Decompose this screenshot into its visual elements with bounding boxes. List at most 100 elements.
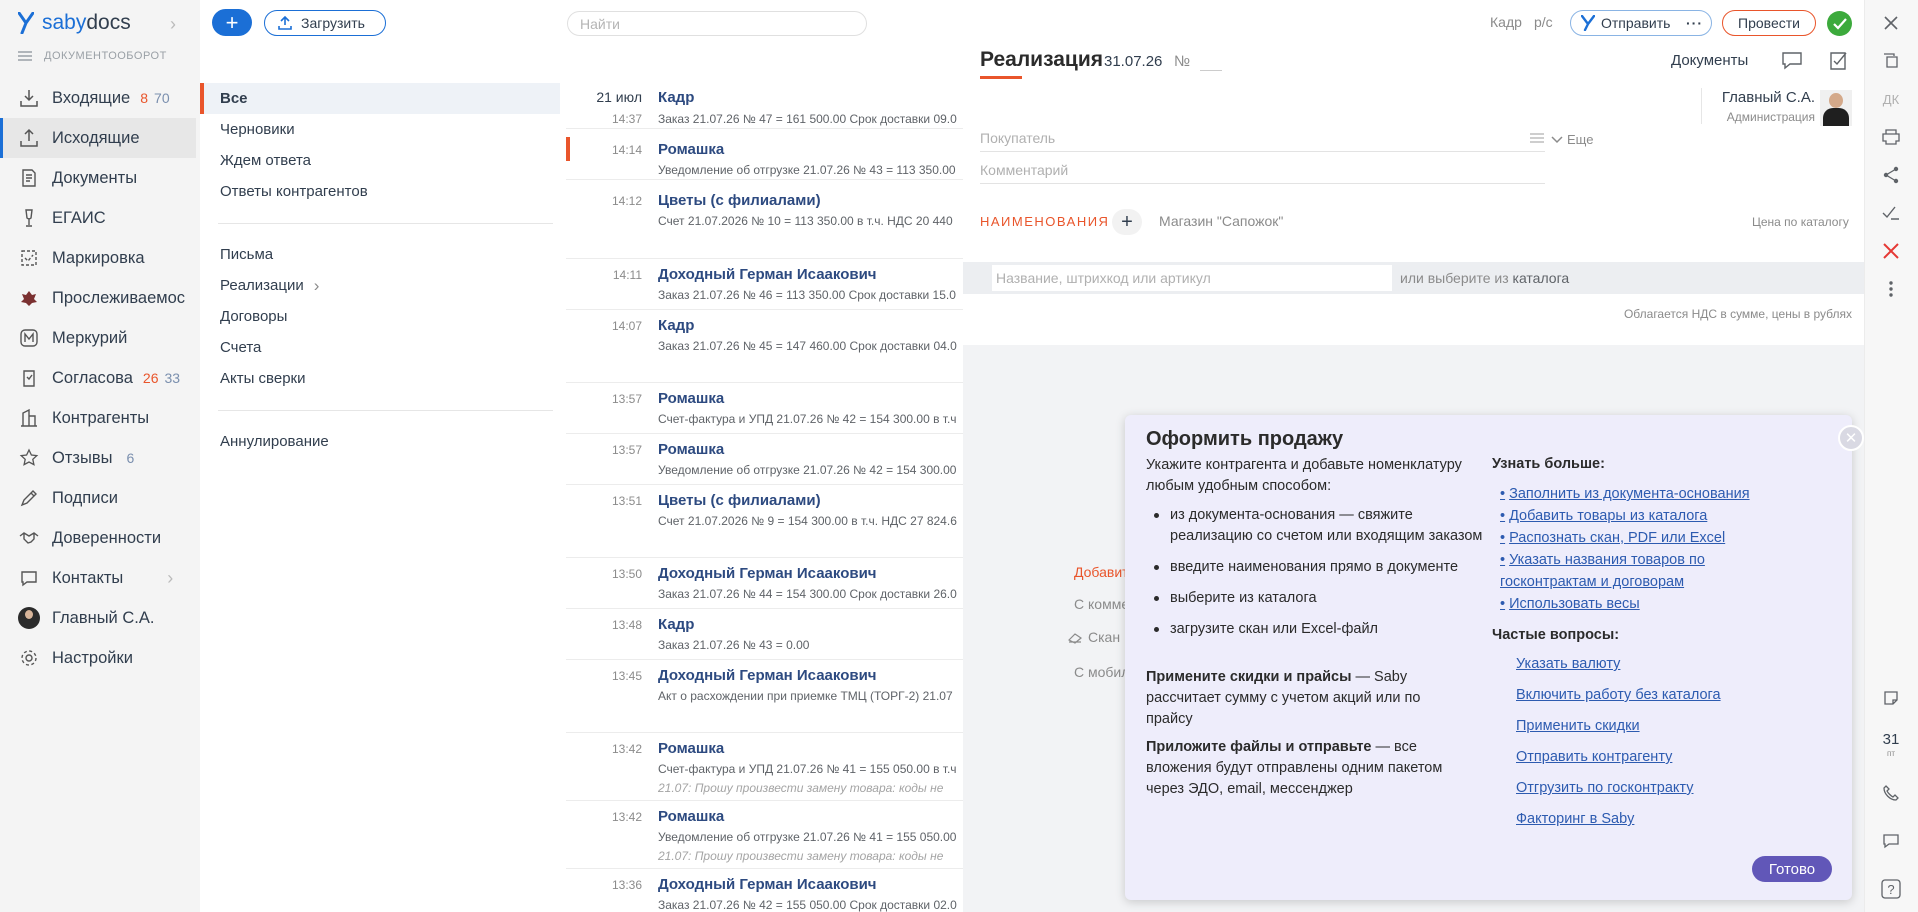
folder-drafts[interactable]: Черновики <box>200 114 560 145</box>
search-input[interactable]: Найти <box>567 11 867 36</box>
folder-awaiting-reply[interactable]: Ждем ответа <box>200 145 560 176</box>
organization-link[interactable]: Кадр <box>1490 14 1522 30</box>
document-number-field[interactable] <box>1200 70 1222 71</box>
table-row[interactable]: 13:57 Ромашка Уведомление об отгрузке 21… <box>566 434 966 485</box>
phone-icon[interactable] <box>1878 780 1904 806</box>
delete-icon[interactable] <box>1878 238 1904 264</box>
table-row[interactable]: 21 июл 14:37 Кадр Заказ 21.07.26 № 47 = … <box>566 79 966 129</box>
list-icon[interactable] <box>1530 132 1544 144</box>
faq-link[interactable]: Отгрузить по госконтракту <box>1516 777 1693 799</box>
warehouse-selector[interactable]: Магазин "Сапожок" <box>1159 213 1283 229</box>
price-type-selector[interactable]: Цена по каталогу <box>1752 215 1849 229</box>
learn-link[interactable]: Использовать весы <box>1509 596 1640 612</box>
table-row[interactable]: 14:14 Ромашка Уведомление об отгрузке 21… <box>566 129 966 180</box>
nav-item-egais[interactable]: ЕГАИС <box>0 198 196 238</box>
unread-count: 26 <box>142 370 159 386</box>
nav-item-user-profile[interactable]: Главный С.А. <box>0 598 196 638</box>
folder-reconciliation-acts[interactable]: Акты сверки <box>200 363 560 394</box>
chevron-right-icon: › <box>167 567 174 588</box>
copy-icon[interactable] <box>1878 48 1904 74</box>
nav-item-signatures[interactable]: Подписи <box>0 478 196 518</box>
table-row[interactable]: 14:12 Цветы (с филиалами) Счет 21.07.202… <box>566 180 966 259</box>
faq-link[interactable]: Указать валюту <box>1516 653 1620 675</box>
nav-item-settings[interactable]: Настройки <box>0 638 196 678</box>
nav-item-marking[interactable]: Маркировка <box>0 238 196 278</box>
table-row[interactable]: 13:42 Ромашка Счет-фактура и УПД 21.07.2… <box>566 733 966 801</box>
nav-item-mercury[interactable]: Меркурий <box>0 318 196 358</box>
conduct-button[interactable]: Провести <box>1722 10 1816 36</box>
tasks-icon[interactable] <box>1828 49 1850 71</box>
table-row[interactable]: 13:48 Кадр Заказ 21.07.26 № 43 = 0.00 <box>566 609 966 660</box>
nav-item-incoming[interactable]: Входящие 8 70 <box>0 78 196 118</box>
avatar[interactable] <box>1820 90 1852 126</box>
done-button[interactable]: Готово <box>1752 856 1832 882</box>
upload-button[interactable]: Загрузить <box>264 10 386 36</box>
faq-link[interactable]: Отправить контрагенту <box>1516 746 1672 768</box>
nav-item-approvals[interactable]: Согласова 26 33 <box>0 358 196 398</box>
scan-button[interactable]: Скан <box>1068 629 1126 645</box>
table-row[interactable]: 13:57 Ромашка Счет-фактура и УПД 21.07.2… <box>566 383 966 434</box>
table-row[interactable]: 13:36 Доходный Герман Исаакович Заказ 21… <box>566 869 966 912</box>
messages-icon[interactable] <box>1878 828 1904 854</box>
faq-link[interactable]: Применить скидки <box>1516 715 1640 737</box>
nav-item-contacts[interactable]: Контакты › <box>0 558 196 598</box>
more-fields-toggle[interactable]: Еще <box>1551 132 1593 147</box>
table-row[interactable]: 14:11 Доходный Герман Исаакович Заказ 21… <box>566 259 966 310</box>
more-vertical-icon[interactable] <box>1878 276 1904 302</box>
learn-link[interactable]: Заполнить из документа-основания <box>1509 486 1749 502</box>
from-mobile-button[interactable]: С мобильного <box>1068 664 1126 680</box>
nav-item-powers-of-attorney[interactable]: Доверенности <box>0 518 196 558</box>
close-icon[interactable] <box>1878 10 1904 36</box>
send-button[interactable]: Отправить ··· <box>1570 10 1712 36</box>
nav-section-title[interactable]: ДОКУМЕНТООБОРОТ <box>18 50 167 62</box>
vat-note[interactable]: Облагается НДС в сумме, цены в рублях <box>1560 307 1852 321</box>
folder-invoices[interactable]: Счета <box>200 332 560 363</box>
folder-letters[interactable]: Письма <box>200 239 560 270</box>
close-icon[interactable]: ✕ <box>1838 425 1864 451</box>
comment-field[interactable]: Комментарий <box>980 162 1545 184</box>
faq-link[interactable]: Факторинг в Saby <box>1516 808 1634 830</box>
item-search-input[interactable]: Название, штрихкод или артикул <box>992 265 1392 291</box>
dk-label[interactable]: ДК <box>1878 86 1904 112</box>
learn-link[interactable]: Указать названия товаров по госконтракта… <box>1500 552 1705 590</box>
faq-link[interactable]: Включить работу без каталога <box>1516 684 1721 706</box>
nav-item-outgoing[interactable]: Исходящие <box>0 118 196 158</box>
folder-all[interactable]: Все <box>200 83 560 114</box>
help-icon[interactable]: ? <box>1878 876 1904 902</box>
folder-counterparty-replies[interactable]: Ответы контрагентов <box>200 176 560 207</box>
buyer-field[interactable]: Покупатель <box>980 130 1545 152</box>
table-row[interactable]: 13:42 Ромашка Уведомление об отгрузке 21… <box>566 801 966 869</box>
learn-link[interactable]: Добавить товары из каталога <box>1509 508 1707 524</box>
table-row[interactable]: 13:51 Цветы (с филиалами) Счет 21.07.202… <box>566 485 966 558</box>
folder-cancellation[interactable]: Аннулирование <box>200 426 560 457</box>
chat-icon[interactable] <box>1781 50 1803 70</box>
document-date[interactable]: 31.07.26 <box>1104 53 1162 70</box>
share-icon[interactable] <box>1878 162 1904 188</box>
more-options-icon[interactable]: ··· <box>1686 15 1703 31</box>
notes-icon[interactable] <box>1878 685 1904 711</box>
with-comment-button[interactable]: С комментарием <box>1068 596 1126 612</box>
select-from-catalog-link[interactable]: или выберите из каталога <box>1400 270 1569 286</box>
bank-account-link[interactable]: р/с <box>1534 14 1553 30</box>
table-row[interactable]: 13:50 Доходный Герман Исаакович Заказ 21… <box>566 558 966 609</box>
app-logo[interactable]: sabydocs <box>18 8 131 38</box>
nav-item-reviews[interactable]: Отзывы 6 <box>0 438 196 478</box>
calendar-icon[interactable]: 31 пт <box>1878 732 1904 761</box>
nav-item-traceability[interactable]: Прослеживаемос <box>0 278 196 318</box>
nav-item-documents[interactable]: Документы <box>0 158 196 198</box>
print-icon[interactable] <box>1878 124 1904 150</box>
check-spelling-icon[interactable] <box>1878 200 1904 226</box>
folder-sales[interactable]: Реализации › <box>200 270 560 301</box>
attach-button[interactable]: Добавить <box>1068 564 1126 580</box>
add-item-button[interactable]: + <box>1112 209 1142 235</box>
responsible-name[interactable]: Главный С.А. <box>1680 89 1815 106</box>
learn-link[interactable]: Распознать скан, PDF или Excel <box>1509 530 1725 546</box>
table-row[interactable]: 13:45 Доходный Герман Исаакович Акт о ра… <box>566 660 966 733</box>
documents-link[interactable]: Документы <box>1671 52 1748 69</box>
folder-contracts[interactable]: Договоры <box>200 301 560 332</box>
chevron-right-icon[interactable]: › <box>170 14 176 35</box>
confirm-button[interactable] <box>1827 11 1852 36</box>
create-button[interactable]: + <box>212 9 252 36</box>
nav-item-counterparties[interactable]: Контрагенты <box>0 398 196 438</box>
table-row[interactable]: 14:07 Кадр Заказ 21.07.26 № 45 = 147 460… <box>566 310 966 383</box>
